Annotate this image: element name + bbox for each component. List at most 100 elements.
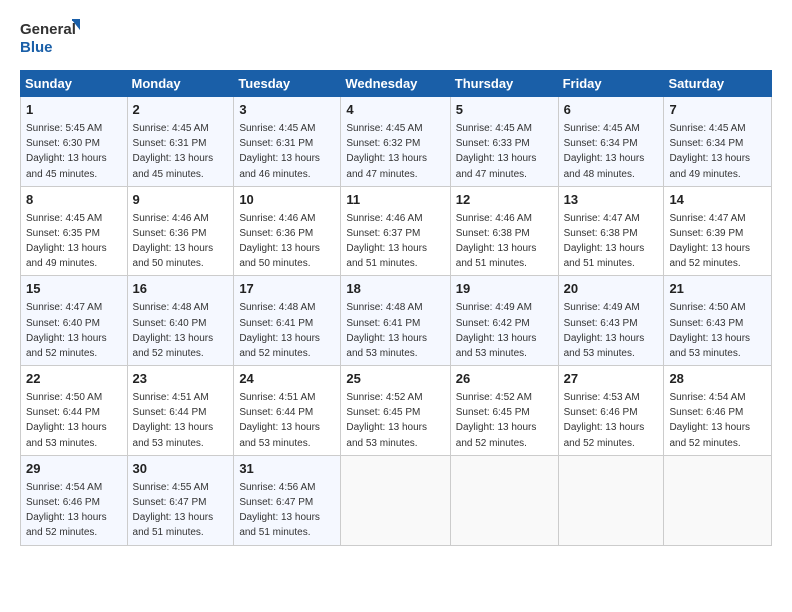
col-header-friday: Friday [558,71,664,97]
day-number: 14 [669,191,766,210]
logo: General Blue [20,16,80,60]
day-number: 13 [564,191,659,210]
day-info: Sunrise: 4:53 AMSunset: 6:46 PMDaylight:… [564,392,645,449]
day-info: Sunrise: 4:46 AMSunset: 6:36 PMDaylight:… [239,213,320,270]
week-row-5: 29 Sunrise: 4:54 AMSunset: 6:46 PMDayligh… [21,455,772,545]
day-cell: 27 Sunrise: 4:53 AMSunset: 6:46 PMDayligh… [558,366,664,456]
day-cell: 3 Sunrise: 4:45 AMSunset: 6:31 PMDaylight… [234,97,341,187]
day-cell [450,455,558,545]
day-number: 31 [239,460,335,479]
day-cell: 29 Sunrise: 4:54 AMSunset: 6:46 PMDayligh… [21,455,128,545]
calendar-table: SundayMondayTuesdayWednesdayThursdayFrid… [20,70,772,546]
day-cell: 26 Sunrise: 4:52 AMSunset: 6:45 PMDayligh… [450,366,558,456]
day-cell: 22 Sunrise: 4:50 AMSunset: 6:44 PMDayligh… [21,366,128,456]
day-cell: 15Sunrise: 4:47 AMSunset: 6:40 PMDayligh… [21,276,128,366]
day-cell: 24 Sunrise: 4:51 AMSunset: 6:44 PMDayligh… [234,366,341,456]
day-cell: 4Sunrise: 4:45 AMSunset: 6:32 PMDaylight… [341,97,450,187]
day-number: 16 [133,280,229,299]
week-row-3: 15Sunrise: 4:47 AMSunset: 6:40 PMDayligh… [21,276,772,366]
day-info: Sunrise: 4:52 AMSunset: 6:45 PMDaylight:… [456,392,537,449]
day-info: Sunrise: 4:50 AMSunset: 6:44 PMDaylight:… [26,392,107,449]
day-number: 15 [26,280,122,299]
calendar-header-row: SundayMondayTuesdayWednesdayThursdayFrid… [21,71,772,97]
day-cell: 13 Sunrise: 4:47 AMSunset: 6:38 PMDayligh… [558,186,664,276]
logo-svg: General Blue [20,16,80,60]
day-info: Sunrise: 4:50 AMSunset: 6:43 PMDaylight:… [669,302,750,359]
col-header-monday: Monday [127,71,234,97]
day-cell [664,455,772,545]
day-number: 30 [133,460,229,479]
day-number: 24 [239,370,335,389]
day-info: Sunrise: 5:45 AMSunset: 6:30 PMDaylight:… [26,123,107,180]
day-info: Sunrise: 4:46 AMSunset: 6:38 PMDaylight:… [456,213,537,270]
day-number: 6 [564,101,659,120]
day-number: 1 [26,101,122,120]
day-cell: 11Sunrise: 4:46 AMSunset: 6:37 PMDayligh… [341,186,450,276]
day-cell: 5 Sunrise: 4:45 AMSunset: 6:33 PMDaylight… [450,97,558,187]
day-number: 23 [133,370,229,389]
day-cell: 31 Sunrise: 4:56 AMSunset: 6:47 PMDayligh… [234,455,341,545]
col-header-wednesday: Wednesday [341,71,450,97]
day-number: 20 [564,280,659,299]
day-info: Sunrise: 4:45 AMSunset: 6:31 PMDaylight:… [133,123,214,180]
col-header-saturday: Saturday [664,71,772,97]
day-info: Sunrise: 4:45 AMSunset: 6:34 PMDaylight:… [564,123,645,180]
day-info: Sunrise: 4:45 AMSunset: 6:35 PMDaylight:… [26,213,107,270]
day-info: Sunrise: 4:48 AMSunset: 6:41 PMDaylight:… [346,302,427,359]
day-info: Sunrise: 4:45 AMSunset: 6:31 PMDaylight:… [239,123,320,180]
day-info: Sunrise: 4:48 AMSunset: 6:41 PMDaylight:… [239,302,320,359]
week-row-1: 1 Sunrise: 5:45 AMSunset: 6:30 PMDaylight… [21,97,772,187]
day-cell: 8 Sunrise: 4:45 AMSunset: 6:35 PMDaylight… [21,186,128,276]
day-info: Sunrise: 4:54 AMSunset: 6:46 PMDaylight:… [669,392,750,449]
day-number: 10 [239,191,335,210]
day-cell: 28 Sunrise: 4:54 AMSunset: 6:46 PMDayligh… [664,366,772,456]
day-number: 7 [669,101,766,120]
day-info: Sunrise: 4:46 AMSunset: 6:36 PMDaylight:… [133,213,214,270]
day-number: 28 [669,370,766,389]
day-cell: 23Sunrise: 4:51 AMSunset: 6:44 PMDayligh… [127,366,234,456]
day-number: 8 [26,191,122,210]
day-info: Sunrise: 4:49 AMSunset: 6:42 PMDaylight:… [456,302,537,359]
day-cell: 20Sunrise: 4:49 AMSunset: 6:43 PMDayligh… [558,276,664,366]
day-number: 27 [564,370,659,389]
day-info: Sunrise: 4:56 AMSunset: 6:47 PMDaylight:… [239,482,320,539]
day-cell: 12 Sunrise: 4:46 AMSunset: 6:38 PMDayligh… [450,186,558,276]
day-cell: 30 Sunrise: 4:55 AMSunset: 6:47 PMDayligh… [127,455,234,545]
day-cell [341,455,450,545]
day-number: 25 [346,370,444,389]
day-info: Sunrise: 4:55 AMSunset: 6:47 PMDaylight:… [133,482,214,539]
day-info: Sunrise: 4:45 AMSunset: 6:32 PMDaylight:… [346,123,427,180]
week-row-2: 8 Sunrise: 4:45 AMSunset: 6:35 PMDaylight… [21,186,772,276]
day-cell: 9 Sunrise: 4:46 AMSunset: 6:36 PMDaylight… [127,186,234,276]
day-cell: 21 Sunrise: 4:50 AMSunset: 6:43 PMDayligh… [664,276,772,366]
day-info: Sunrise: 4:51 AMSunset: 6:44 PMDaylight:… [239,392,320,449]
day-cell: 16 Sunrise: 4:48 AMSunset: 6:40 PMDayligh… [127,276,234,366]
day-cell: 14Sunrise: 4:47 AMSunset: 6:39 PMDayligh… [664,186,772,276]
day-number: 9 [133,191,229,210]
day-cell: 10 Sunrise: 4:46 AMSunset: 6:36 PMDayligh… [234,186,341,276]
day-info: Sunrise: 4:52 AMSunset: 6:45 PMDaylight:… [346,392,427,449]
day-number: 29 [26,460,122,479]
col-header-tuesday: Tuesday [234,71,341,97]
day-number: 21 [669,280,766,299]
col-header-sunday: Sunday [21,71,128,97]
day-number: 19 [456,280,553,299]
day-cell [558,455,664,545]
day-cell: 2Sunrise: 4:45 AMSunset: 6:31 PMDaylight… [127,97,234,187]
day-info: Sunrise: 4:45 AMSunset: 6:33 PMDaylight:… [456,123,537,180]
day-number: 3 [239,101,335,120]
day-cell: 7 Sunrise: 4:45 AMSunset: 6:34 PMDaylight… [664,97,772,187]
day-info: Sunrise: 4:45 AMSunset: 6:34 PMDaylight:… [669,123,750,180]
day-number: 22 [26,370,122,389]
day-info: Sunrise: 4:46 AMSunset: 6:37 PMDaylight:… [346,213,427,270]
svg-text:Blue: Blue [20,39,53,56]
day-info: Sunrise: 4:48 AMSunset: 6:40 PMDaylight:… [133,302,214,359]
day-info: Sunrise: 4:54 AMSunset: 6:46 PMDaylight:… [26,482,107,539]
day-number: 12 [456,191,553,210]
day-number: 26 [456,370,553,389]
day-number: 5 [456,101,553,120]
day-number: 17 [239,280,335,299]
day-info: Sunrise: 4:47 AMSunset: 6:38 PMDaylight:… [564,213,645,270]
day-cell: 6 Sunrise: 4:45 AMSunset: 6:34 PMDaylight… [558,97,664,187]
week-row-4: 22 Sunrise: 4:50 AMSunset: 6:44 PMDayligh… [21,366,772,456]
